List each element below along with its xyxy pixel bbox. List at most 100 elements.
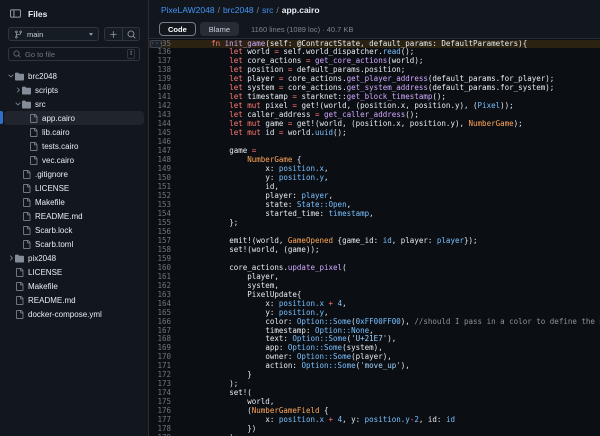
tree-item-label: README.md — [28, 296, 76, 305]
breadcrumb: PixeLAW2048/brc2048/src/app.cairo — [149, 0, 600, 20]
tree-item-label: LICENSE — [35, 184, 69, 193]
file-icon — [29, 142, 38, 151]
folder-icon — [22, 100, 31, 109]
tree-item-tests-cairo[interactable]: tests.cairo — [4, 139, 144, 153]
breadcrumb-current-file: app.cairo — [282, 5, 320, 15]
code-line-158: 158 set!(world, (game)); — [149, 246, 600, 255]
tree-item-label: pix2048 — [28, 254, 56, 263]
chevron-down-icon — [89, 33, 93, 36]
tree-item-label: .gitignore — [35, 170, 68, 179]
file-info: 1160 lines (1089 loc) · 40.7 KB — [251, 25, 353, 34]
file-tree-sidebar: Files main — [0, 0, 149, 436]
chevron-right-icon — [13, 86, 22, 94]
tree-item-pix2048[interactable]: pix2048 — [4, 251, 144, 265]
main-panel: PixeLAW2048/brc2048/src/app.cairo Code B… — [149, 0, 600, 436]
tree-item-label: app.cairo — [42, 114, 75, 123]
file-icon — [15, 310, 24, 319]
sidebar-collapse-icon — [10, 8, 21, 19]
file-icon — [22, 226, 31, 235]
file-icon — [15, 268, 24, 277]
collapse-sidebar-button[interactable] — [10, 8, 21, 19]
branch-name: main — [27, 30, 43, 39]
file-icon — [22, 170, 31, 179]
tree-item-scarb-lock[interactable]: Scarb.lock — [4, 223, 144, 237]
file-icon — [29, 128, 38, 137]
code-line-155: 155 }; — [149, 219, 600, 228]
file-icon — [29, 114, 38, 123]
plus-icon — [109, 30, 118, 39]
tree-item--gitignore[interactable]: .gitignore — [4, 167, 144, 181]
tree-item-readme-md[interactable]: README.md — [4, 293, 144, 307]
search-icon — [127, 30, 136, 39]
tree-item-label: docker-compose.yml — [28, 310, 102, 319]
file-tree: brc2048 scripts src app.cairo lib.cairo tests… — [0, 69, 148, 321]
code-editor: 135··· fn init_game(self: @ContractState… — [149, 39, 600, 436]
file-icon — [15, 282, 24, 291]
tree-item-label: README.md — [35, 212, 83, 221]
tree-item-label: lib.cairo — [42, 128, 70, 137]
selected-item-accent-bar — [0, 111, 3, 124]
tree-item-docker-compose-yml[interactable]: docker-compose.yml — [4, 307, 144, 321]
file-icon — [22, 240, 31, 249]
tab-blame[interactable]: Blame — [200, 22, 239, 36]
code-view-app: Files main — [0, 0, 600, 436]
tree-item-label: tests.cairo — [42, 142, 78, 151]
tab-code[interactable]: Code — [159, 22, 196, 36]
breadcrumb-separator: / — [276, 5, 278, 15]
folder-icon — [22, 86, 31, 95]
sidebar-header: Files — [0, 6, 148, 25]
tree-item-license[interactable]: LICENSE — [4, 265, 144, 279]
breadcrumb-separator: / — [257, 5, 259, 15]
tree-item-lib-cairo[interactable]: lib.cairo — [4, 125, 144, 139]
chevron-down-icon — [6, 72, 15, 80]
tree-item-makefile[interactable]: Makefile — [4, 195, 144, 209]
tree-item-scarb-toml[interactable]: Scarb.toml — [4, 237, 144, 251]
file-icon — [15, 296, 24, 305]
code-text: set!(world, (game)); — [175, 246, 320, 255]
tree-item-makefile[interactable]: Makefile — [4, 279, 144, 293]
tree-item-readme-md[interactable]: README.md — [4, 209, 144, 223]
tree-item-vec-cairo[interactable]: vec.cairo — [4, 153, 144, 167]
code-line-145: 145 let mut id = world.uuid(); — [149, 129, 600, 138]
file-view-tabbar: Code Blame 1160 lines (1089 loc) · 40.7 … — [149, 20, 600, 39]
tree-item-label: src — [35, 100, 46, 109]
tree-item-label: Makefile — [28, 282, 58, 291]
search-tree-button[interactable] — [122, 28, 139, 40]
search-icon — [13, 50, 21, 58]
code-text: }; — [175, 219, 238, 228]
file-icon — [22, 198, 31, 207]
folder-icon — [15, 72, 24, 81]
breadcrumb-link-pixelaw2048[interactable]: PixeLAW2048 — [161, 5, 215, 15]
branch-selector[interactable]: main — [8, 27, 99, 41]
chevron-right-icon — [6, 254, 15, 262]
tree-item-label: LICENSE — [28, 268, 62, 277]
tree-item-scripts[interactable]: scripts — [4, 83, 144, 97]
tree-item-label: Scarb.lock — [35, 226, 72, 235]
sidebar-title: Files — [28, 9, 47, 19]
sidebar-controls: main — [0, 25, 148, 47]
tree-item-app-cairo[interactable]: app.cairo — [4, 111, 144, 125]
folder-icon — [15, 254, 24, 263]
tree-action-buttons — [104, 27, 140, 41]
tree-item-src[interactable]: src — [4, 97, 144, 111]
tree-item-label: vec.cairo — [42, 156, 74, 165]
tree-item-license[interactable]: LICENSE — [4, 181, 144, 195]
file-icon — [22, 184, 31, 193]
file-icon — [22, 212, 31, 221]
shortcut-key-badge: t — [127, 49, 135, 59]
go-to-file-placeholder: Go to file — [25, 50, 123, 59]
file-icon — [29, 156, 38, 165]
breadcrumb-link-brc2048[interactable]: brc2048 — [223, 5, 254, 15]
git-branch-icon — [14, 30, 23, 39]
tree-item-label: Makefile — [35, 198, 65, 207]
code-text: let mut id = world.uuid(); — [175, 129, 347, 138]
breadcrumb-separator: / — [218, 5, 220, 15]
tree-item-label: Scarb.toml — [35, 240, 73, 249]
tree-item-brc2048[interactable]: brc2048 — [4, 69, 144, 83]
go-to-file-input[interactable]: Go to file t — [8, 47, 140, 61]
chevron-down-icon — [13, 100, 22, 108]
breadcrumb-link-src[interactable]: src — [262, 5, 273, 15]
add-file-button[interactable] — [105, 28, 122, 40]
tree-item-label: brc2048 — [28, 72, 57, 81]
tree-item-label: scripts — [35, 86, 58, 95]
